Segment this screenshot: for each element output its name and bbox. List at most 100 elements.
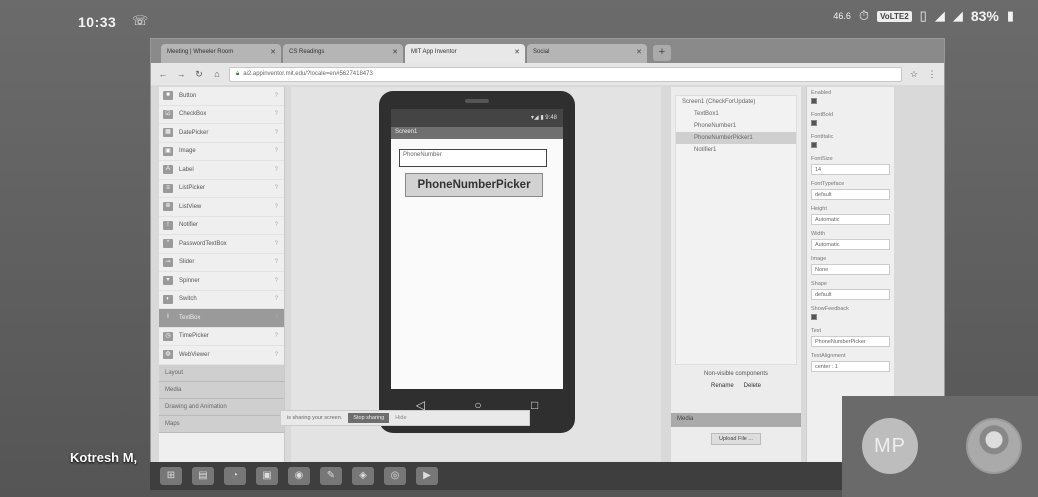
- rename-button[interactable]: Rename: [711, 383, 734, 389]
- stop-sharing-button[interactable]: Stop sharing: [348, 413, 390, 423]
- chrome-icon[interactable]: ◔: [224, 467, 246, 485]
- prop-input[interactable]: None: [811, 264, 890, 275]
- prop-input[interactable]: PhoneNumberPicker: [811, 336, 890, 347]
- screen-root: 10:33 ☏ 46.6 ⏱ VoLTE2 ▯ ◢ ◢ 83% ▮ Meetin…: [0, 0, 1038, 497]
- help-icon[interactable]: ?: [275, 130, 278, 136]
- browser-tab[interactable]: CS Readings ✕: [283, 44, 403, 63]
- palette-item-spinner[interactable]: ▾ Spinner?: [159, 272, 284, 291]
- back-icon[interactable]: ←: [157, 69, 169, 79]
- prop-checkbox[interactable]: [811, 142, 817, 148]
- help-icon[interactable]: ?: [275, 185, 278, 191]
- palette-item-checkbox[interactable]: ☑ CheckBox?: [159, 106, 284, 124]
- prop-fontitalic: FontItalic: [807, 131, 894, 153]
- palette-section-drawing[interactable]: Drawing and Animation: [159, 398, 284, 416]
- palette-item-listview[interactable]: ≣ ListView?: [159, 198, 284, 217]
- app-icon[interactable]: ▣: [256, 467, 278, 485]
- palette-item-listpicker[interactable]: ≡ ListPicker?: [159, 180, 284, 198]
- palette-item-timepicker[interactable]: ◷ TimePicker?: [159, 328, 284, 346]
- help-icon[interactable]: ?: [275, 111, 278, 117]
- help-icon[interactable]: ?: [275, 148, 278, 154]
- clock-icon: ◷: [163, 331, 173, 341]
- menu-icon[interactable]: ⋮: [926, 69, 938, 80]
- media-header: Media: [671, 413, 801, 427]
- reload-icon[interactable]: ↻: [193, 69, 205, 80]
- browser-tab[interactable]: Social ✕: [527, 44, 647, 63]
- close-icon[interactable]: ✕: [270, 48, 276, 56]
- close-icon[interactable]: ✕: [636, 48, 642, 56]
- help-icon[interactable]: ?: [275, 296, 278, 302]
- palette-item-webviewer[interactable]: ◍ WebViewer?: [159, 346, 284, 365]
- close-icon[interactable]: ✕: [392, 48, 398, 56]
- button-icon: ■: [163, 91, 173, 101]
- forward-icon[interactable]: →: [175, 69, 187, 79]
- phone-number-picker-button[interactable]: PhoneNumberPicker: [405, 173, 543, 197]
- palette-item-slider[interactable]: ⊸ Slider?: [159, 254, 284, 272]
- hide-link[interactable]: Hide: [395, 415, 406, 421]
- prop-label: Image: [811, 256, 827, 262]
- prop-input[interactable]: Automatic: [811, 214, 890, 225]
- phone-number-textbox[interactable]: PhoneNumber: [399, 149, 547, 167]
- prop-input[interactable]: Automatic: [811, 239, 890, 250]
- palette-item-switch[interactable]: ◐ Switch?: [159, 291, 284, 309]
- tree-node-phonenumber[interactable]: PhoneNumber1: [676, 120, 796, 132]
- switch-icon: ◐: [163, 294, 173, 304]
- browser-tab[interactable]: Meeting | Wheeler Room ✕: [161, 44, 281, 63]
- palette-item-datepicker[interactable]: ▦ DatePicker?: [159, 124, 284, 143]
- prop-input[interactable]: 14: [811, 164, 890, 175]
- palette-section-media[interactable]: Media: [159, 381, 284, 399]
- palette-item-textbox[interactable]: I TextBox?: [159, 309, 284, 328]
- help-icon[interactable]: ?: [275, 315, 278, 321]
- browser-tab-active[interactable]: MIT App Inventor ✕: [405, 44, 525, 63]
- help-icon[interactable]: ?: [275, 278, 278, 284]
- editor-icon[interactable]: ✎: [320, 467, 342, 485]
- palette-item-image[interactable]: ▣ Image?: [159, 143, 284, 161]
- url-text: ai2.appinventor.mit.edu/?locale=en#56274…: [243, 70, 373, 77]
- camera-icon[interactable]: ◎: [384, 467, 406, 485]
- tree-node-textbox[interactable]: TextBox1: [676, 108, 796, 120]
- help-icon[interactable]: ?: [275, 204, 278, 210]
- avatar[interactable]: MP: [862, 418, 918, 474]
- url-field[interactable]: 🔒︎ ai2.appinventor.mit.edu/?locale=en#562…: [229, 66, 902, 82]
- palette-item-notifier[interactable]: ! Notifier?: [159, 217, 284, 235]
- home-icon[interactable]: ⌂: [211, 69, 223, 79]
- upload-file-button[interactable]: Upload File ...: [711, 433, 761, 445]
- star-icon[interactable]: ☆: [908, 69, 920, 80]
- palette-section-maps[interactable]: Maps: [159, 415, 284, 433]
- help-icon[interactable]: ?: [275, 352, 278, 358]
- tree-node-screen[interactable]: Screen1 (CheckForUpdate): [676, 96, 796, 108]
- tree-node-notifier[interactable]: Notifier1: [676, 144, 796, 156]
- palette-item-label[interactable]: A Label?: [159, 161, 284, 180]
- player-icon[interactable]: ▶: [416, 467, 438, 485]
- delete-button[interactable]: Delete: [744, 383, 761, 389]
- shared-screen: Meeting | Wheeler Room ✕ CS Readings ✕ MIT…: [150, 38, 945, 470]
- recent-nav-icon[interactable]: □: [531, 398, 538, 412]
- prop-input[interactable]: center : 1: [811, 361, 890, 372]
- prop-input[interactable]: default: [811, 289, 890, 300]
- vibrate-icon: ▯: [919, 8, 927, 23]
- palette-item-button[interactable]: ■ Button?: [159, 87, 284, 106]
- calendar-icon: ▦: [163, 128, 173, 138]
- help-icon[interactable]: ?: [275, 241, 278, 247]
- new-tab-button[interactable]: +: [653, 45, 671, 61]
- palette-item-passwordtextbox[interactable]: * PasswordTextBox?: [159, 235, 284, 254]
- help-icon[interactable]: ?: [275, 222, 278, 228]
- prop-input[interactable]: default: [811, 189, 890, 200]
- presenter-name: Kotresh M,: [70, 450, 138, 465]
- help-icon[interactable]: ?: [275, 93, 278, 99]
- palette-section-layout[interactable]: Layout: [159, 364, 284, 382]
- help-icon[interactable]: ?: [275, 259, 278, 265]
- prop-checkbox[interactable]: [811, 314, 817, 320]
- start-icon[interactable]: ⊞: [160, 467, 182, 485]
- palette-item-label: ListPicker: [179, 185, 206, 192]
- help-icon[interactable]: ?: [275, 167, 278, 173]
- tree-node-phonenumberpicker[interactable]: PhoneNumberPicker1: [676, 132, 796, 144]
- prop-checkbox[interactable]: [811, 98, 817, 104]
- tool-icon[interactable]: ◈: [352, 467, 374, 485]
- self-video-avatar[interactable]: [966, 418, 1022, 474]
- help-icon[interactable]: ?: [275, 333, 278, 339]
- component-actions: Non-visible components Rename Delete: [675, 371, 797, 389]
- prop-checkbox[interactable]: [811, 120, 817, 126]
- media-icon[interactable]: ◉: [288, 467, 310, 485]
- file-explorer-icon[interactable]: ▤: [192, 467, 214, 485]
- close-icon[interactable]: ✕: [514, 48, 520, 56]
